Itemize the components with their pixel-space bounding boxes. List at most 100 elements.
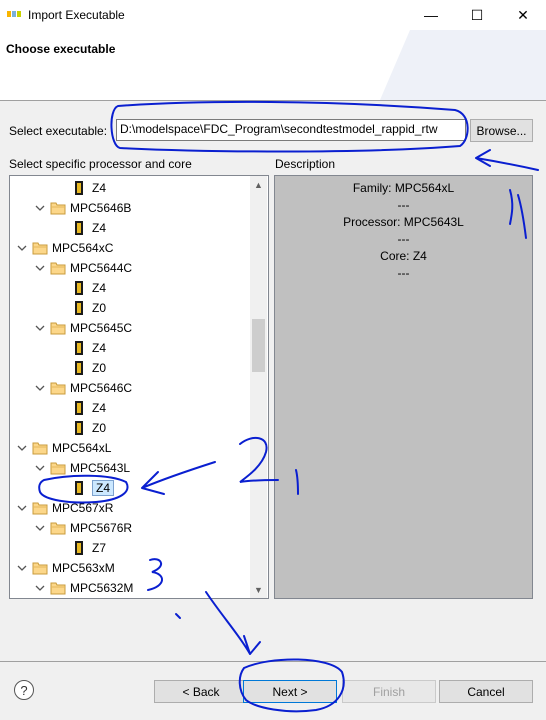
cancel-button[interactable]: Cancel: [439, 680, 533, 703]
processor-core-tree[interactable]: Z4 MPC5646B Z4 MPC564xC MPC5644C Z4 Z0 MPC5645C…: [9, 175, 269, 599]
tree-node-label: MPC5646C: [70, 381, 133, 395]
tree-core-node[interactable]: Z7: [74, 538, 106, 558]
description-section-label: Description: [275, 157, 336, 171]
tree-family-node[interactable]: MPC567xR: [14, 498, 113, 518]
tree-node-label: Z4: [92, 401, 107, 415]
footer-separator: [0, 661, 546, 662]
folder-icon: [50, 381, 66, 395]
description-line: ---: [397, 266, 410, 280]
tree-node-label: MPC5644C: [70, 261, 133, 275]
tree-core-node[interactable]: Z4: [74, 278, 106, 298]
tree-core-node[interactable]: Z0: [74, 358, 106, 378]
tree-section-label: Select specific processor and core: [9, 157, 192, 171]
folder-icon: [32, 441, 48, 455]
chevron-down-icon[interactable]: [32, 520, 48, 536]
tree-processor-node[interactable]: MPC5645C: [32, 318, 132, 338]
tree-node-label: Z0: [92, 301, 107, 315]
tree-node-label: Z7: [92, 541, 107, 555]
annotation-arrow-executable: [475, 149, 539, 171]
tree-core-node[interactable]: Z4: [74, 478, 115, 498]
description-line: Family: MPC564xL: [352, 181, 455, 195]
chevron-down-icon[interactable]: [14, 500, 30, 516]
maximize-button[interactable]: ☐: [454, 0, 500, 30]
chevron-down-icon[interactable]: [32, 580, 48, 596]
title-bar: Import Executable — ☐ ✕: [0, 0, 546, 30]
scroll-thumb[interactable]: [252, 319, 265, 372]
folder-icon: [32, 501, 48, 515]
tree-node-label: MPC564xL: [52, 441, 112, 455]
tree-node-label: Z4: [92, 480, 115, 496]
description-line: Processor: MPC5643L: [343, 215, 464, 229]
tree-node-label: Z4: [92, 221, 107, 235]
core-chip-icon: [74, 341, 84, 355]
folder-icon: [50, 461, 66, 475]
header-decoration: [380, 30, 546, 100]
chevron-down-icon[interactable]: [32, 260, 48, 276]
back-button[interactable]: < Back: [154, 680, 248, 703]
tree-node-label: MPC5645C: [70, 321, 133, 335]
chevron-down-icon[interactable]: [14, 560, 30, 576]
folder-icon: [50, 261, 66, 275]
folder-icon: [50, 581, 66, 595]
chevron-down-icon[interactable]: [14, 240, 30, 256]
next-button[interactable]: Next >: [243, 680, 337, 703]
core-chip-icon: [74, 421, 84, 435]
description-panel: Family: MPC564xL --- Processor: MPC5643L --…: [274, 175, 533, 599]
tree-family-node[interactable]: MPC564xC: [14, 238, 113, 258]
finish-button: Finish: [342, 680, 436, 703]
tree-node-label: MPC5632M: [70, 581, 134, 595]
tree-node-label: Z4: [92, 341, 107, 355]
tree-scrollbar[interactable]: ▲ ▼: [250, 176, 267, 598]
tree-core-node[interactable]: Z4: [74, 218, 106, 238]
chevron-down-icon[interactable]: [14, 440, 30, 456]
tree-family-node[interactable]: MPC564xL: [14, 438, 111, 458]
tree-processor-node[interactable]: MPC5643L: [32, 458, 130, 478]
core-chip-icon: [74, 181, 84, 195]
close-button[interactable]: ✕: [500, 0, 546, 30]
core-chip-icon: [74, 401, 84, 415]
core-chip-icon: [74, 481, 84, 495]
core-chip-icon: [74, 361, 84, 375]
chevron-down-icon[interactable]: [32, 200, 48, 216]
tree-node-label: Z4: [92, 281, 107, 295]
tree-core-node[interactable]: Z4: [74, 398, 106, 418]
scroll-down-icon[interactable]: ▼: [250, 581, 267, 598]
chevron-down-icon[interactable]: [32, 460, 48, 476]
wizard-header: Choose executable: [0, 30, 546, 101]
executable-path-input[interactable]: D:\modelspace\FDC_Program\secondtestmode…: [116, 119, 466, 141]
tree-node-label: MPC5646B: [70, 201, 132, 215]
folder-icon: [32, 561, 48, 575]
folder-icon: [32, 241, 48, 255]
tree-node-label: Z0: [92, 421, 107, 435]
tree-processor-node[interactable]: MPC5676R: [32, 518, 132, 538]
chevron-down-icon[interactable]: [32, 380, 48, 396]
tree-family-node[interactable]: MPC563xM: [14, 558, 115, 578]
tree-processor-node[interactable]: MPC5646B: [32, 198, 131, 218]
description-line: ---: [397, 232, 410, 246]
tree-node-label: MPC5676R: [70, 521, 133, 535]
minimize-button[interactable]: —: [408, 0, 454, 30]
tree-node-label: MPC567xR: [52, 501, 114, 515]
tree-node-label: Z0: [92, 361, 107, 375]
core-chip-icon: [74, 541, 84, 555]
annotation-arrow-next: [205, 591, 261, 655]
tree-processor-node[interactable]: MPC5632M: [32, 578, 133, 598]
tree-processor-node[interactable]: MPC5644C: [32, 258, 132, 278]
executable-label: Select executable:: [9, 124, 108, 138]
core-chip-icon: [74, 221, 84, 235]
page-title: Choose executable: [6, 42, 116, 56]
tree-core-node[interactable]: Z0: [74, 298, 106, 318]
scroll-up-icon[interactable]: ▲: [250, 176, 267, 193]
browse-button[interactable]: Browse...: [470, 119, 533, 142]
nxp-logo-icon: [7, 11, 21, 17]
tree-node-label: MPC563xM: [52, 561, 115, 575]
tree-processor-node[interactable]: MPC5646C: [32, 378, 132, 398]
tree-core-node[interactable]: Z0: [74, 418, 106, 438]
tree-core-node[interactable]: Z4: [74, 338, 106, 358]
tree-core-node[interactable]: Z4: [74, 178, 106, 198]
core-chip-icon: [74, 301, 84, 315]
help-button[interactable]: ?: [14, 680, 34, 700]
chevron-down-icon[interactable]: [32, 320, 48, 336]
folder-icon: [50, 521, 66, 535]
annotation-dot: [175, 613, 181, 619]
